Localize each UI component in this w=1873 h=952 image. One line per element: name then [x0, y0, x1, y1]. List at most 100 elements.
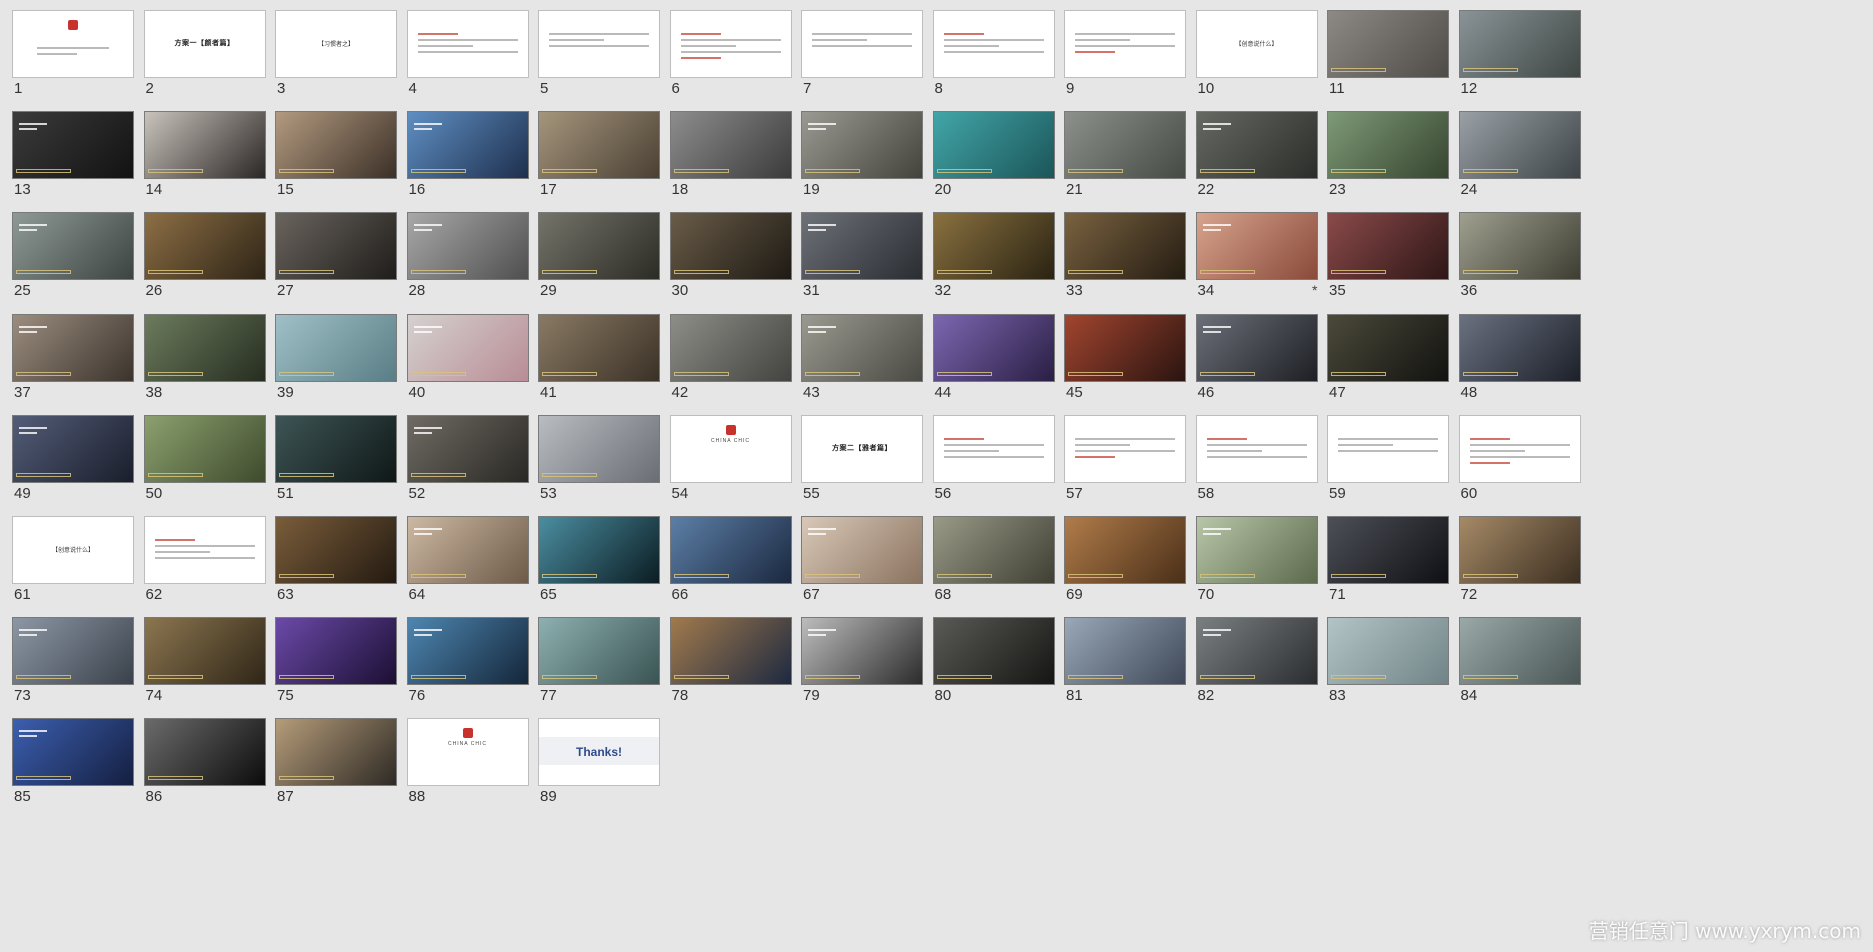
slide-preview[interactable]: [275, 617, 397, 686]
slide-thumbnail-44[interactable]: 44: [932, 313, 1057, 414]
slide-thumbnail-24[interactable]: 24: [1458, 111, 1583, 211]
slide-preview[interactable]: [406, 10, 529, 78]
slide-thumbnail-27[interactable]: 27: [275, 212, 399, 312]
slide-thumbnail-69[interactable]: 69: [1064, 516, 1188, 616]
slide-thumbnail-42[interactable]: 42: [669, 313, 794, 414]
slide-preview[interactable]: [1195, 516, 1318, 584]
slide-preview[interactable]: [1195, 212, 1318, 281]
slide-preview[interactable]: [1064, 111, 1186, 180]
slide-preview[interactable]: [669, 313, 792, 382]
slide-thumbnail-34[interactable]: 34 *: [1195, 212, 1320, 312]
slide-thumbnail-7[interactable]: 7: [801, 10, 925, 110]
slide-thumbnail-60[interactable]: 60: [1458, 414, 1583, 515]
slide-thumbnail-47[interactable]: 47: [1327, 313, 1451, 414]
slide-thumbnail-61[interactable]: 【创意说什么】 61: [12, 516, 136, 616]
slide-preview[interactable]: [275, 111, 397, 180]
slide-preview[interactable]: [1327, 111, 1449, 180]
slide-thumbnail-22[interactable]: 22: [1195, 111, 1320, 211]
slide-thumbnail-52[interactable]: 52: [406, 414, 531, 515]
slide-preview[interactable]: [12, 212, 134, 281]
slide-thumbnail-32[interactable]: 32: [932, 212, 1057, 312]
slide-thumbnail-6[interactable]: 6: [669, 10, 794, 110]
slide-thumbnail-29[interactable]: 29: [538, 212, 662, 312]
slide-thumbnail-17[interactable]: 17: [538, 111, 662, 211]
slide-preview[interactable]: [1458, 212, 1581, 281]
slide-thumbnail-39[interactable]: 39: [275, 313, 399, 414]
slide-thumbnail-45[interactable]: 45: [1064, 313, 1188, 414]
slide-thumbnail-2[interactable]: 方案一【颜者篇】 2: [143, 10, 268, 110]
slide-preview[interactable]: [1458, 414, 1581, 483]
slide-preview[interactable]: [143, 414, 266, 483]
slide-preview[interactable]: [1327, 313, 1449, 382]
slide-thumbnail-15[interactable]: 15: [275, 111, 399, 211]
slide-thumbnail-64[interactable]: 64: [406, 516, 531, 616]
slide-preview[interactable]: [669, 111, 792, 180]
slide-thumbnail-4[interactable]: 4: [406, 10, 531, 110]
slide-thumbnail-77[interactable]: 77: [538, 617, 662, 717]
slide-preview[interactable]: [406, 617, 529, 686]
slide-thumbnail-21[interactable]: 21: [1064, 111, 1188, 211]
slide-thumbnail-50[interactable]: 50: [143, 414, 268, 515]
slide-thumbnail-68[interactable]: 68: [932, 516, 1057, 616]
slide-preview[interactable]: [932, 516, 1055, 584]
slide-thumbnail-75[interactable]: 75: [275, 617, 399, 717]
slide-thumbnail-9[interactable]: 9: [1064, 10, 1188, 110]
slide-thumbnail-51[interactable]: 51: [275, 414, 399, 515]
slide-preview[interactable]: [1064, 313, 1186, 382]
slide-preview[interactable]: [801, 212, 923, 281]
slide-preview[interactable]: [275, 414, 397, 483]
slide-thumbnail-14[interactable]: 14: [143, 111, 268, 211]
slide-thumbnail-26[interactable]: 26: [143, 212, 268, 312]
slide-thumbnail-56[interactable]: 56: [932, 414, 1057, 515]
slide-preview[interactable]: 【创意说什么】: [12, 516, 134, 584]
slide-preview[interactable]: [669, 617, 792, 686]
slide-thumbnail-53[interactable]: 53: [538, 414, 662, 515]
slide-thumbnail-89[interactable]: Thanks! 89: [538, 718, 662, 818]
slide-preview[interactable]: [143, 617, 266, 686]
slide-thumbnail-67[interactable]: 67: [801, 516, 925, 616]
slide-thumbnail-85[interactable]: 85: [12, 718, 136, 818]
slide-preview[interactable]: [538, 313, 660, 382]
slide-thumbnail-83[interactable]: 83: [1327, 617, 1451, 717]
slide-preview[interactable]: [406, 212, 529, 281]
slide-preview[interactable]: [1327, 516, 1449, 584]
slide-thumbnail-86[interactable]: 86: [143, 718, 268, 818]
slide-preview[interactable]: [275, 516, 397, 584]
slide-preview[interactable]: [801, 111, 923, 180]
slide-thumbnail-13[interactable]: 13: [12, 111, 136, 211]
slide-preview[interactable]: [1458, 313, 1581, 382]
slide-thumbnail-59[interactable]: 59: [1327, 414, 1451, 515]
slide-thumbnail-81[interactable]: 81: [1064, 617, 1188, 717]
slide-preview[interactable]: [669, 516, 792, 584]
slide-preview[interactable]: [1064, 516, 1186, 584]
slide-thumbnail-71[interactable]: 71: [1327, 516, 1451, 616]
slide-preview[interactable]: 【创意说什么】: [1195, 10, 1318, 78]
slide-preview[interactable]: 【习惯者之】: [275, 10, 397, 78]
slide-preview[interactable]: [801, 10, 923, 78]
slide-preview[interactable]: [538, 414, 660, 483]
slide-preview[interactable]: [1327, 10, 1449, 78]
slide-preview[interactable]: [12, 111, 134, 180]
slide-preview[interactable]: [406, 414, 529, 483]
slide-thumbnail-66[interactable]: 66: [669, 516, 794, 616]
slide-thumbnail-73[interactable]: 73: [12, 617, 136, 717]
slide-thumbnail-74[interactable]: 74: [143, 617, 268, 717]
slide-preview[interactable]: [932, 111, 1055, 180]
slide-preview[interactable]: [932, 212, 1055, 281]
slide-thumbnail-18[interactable]: 18: [669, 111, 794, 211]
slide-preview[interactable]: [143, 313, 266, 382]
slide-preview[interactable]: [801, 516, 923, 584]
slide-preview[interactable]: [538, 10, 660, 78]
slide-preview[interactable]: 方案一【颜者篇】: [143, 10, 266, 78]
slide-preview[interactable]: 方案二【雅者篇】: [801, 414, 923, 483]
slide-thumbnail-30[interactable]: 30: [669, 212, 794, 312]
slide-thumbnail-84[interactable]: 84: [1458, 617, 1583, 717]
slide-preview[interactable]: [275, 313, 397, 382]
slide-thumbnail-65[interactable]: 65: [538, 516, 662, 616]
slide-thumbnail-54[interactable]: CHINA CHIC 54: [669, 414, 794, 515]
slide-preview[interactable]: [406, 111, 529, 180]
slide-thumbnail-33[interactable]: 33: [1064, 212, 1188, 312]
slide-thumbnail-82[interactable]: 82: [1195, 617, 1320, 717]
slide-preview[interactable]: [1064, 617, 1186, 686]
slide-preview[interactable]: [1064, 10, 1186, 78]
